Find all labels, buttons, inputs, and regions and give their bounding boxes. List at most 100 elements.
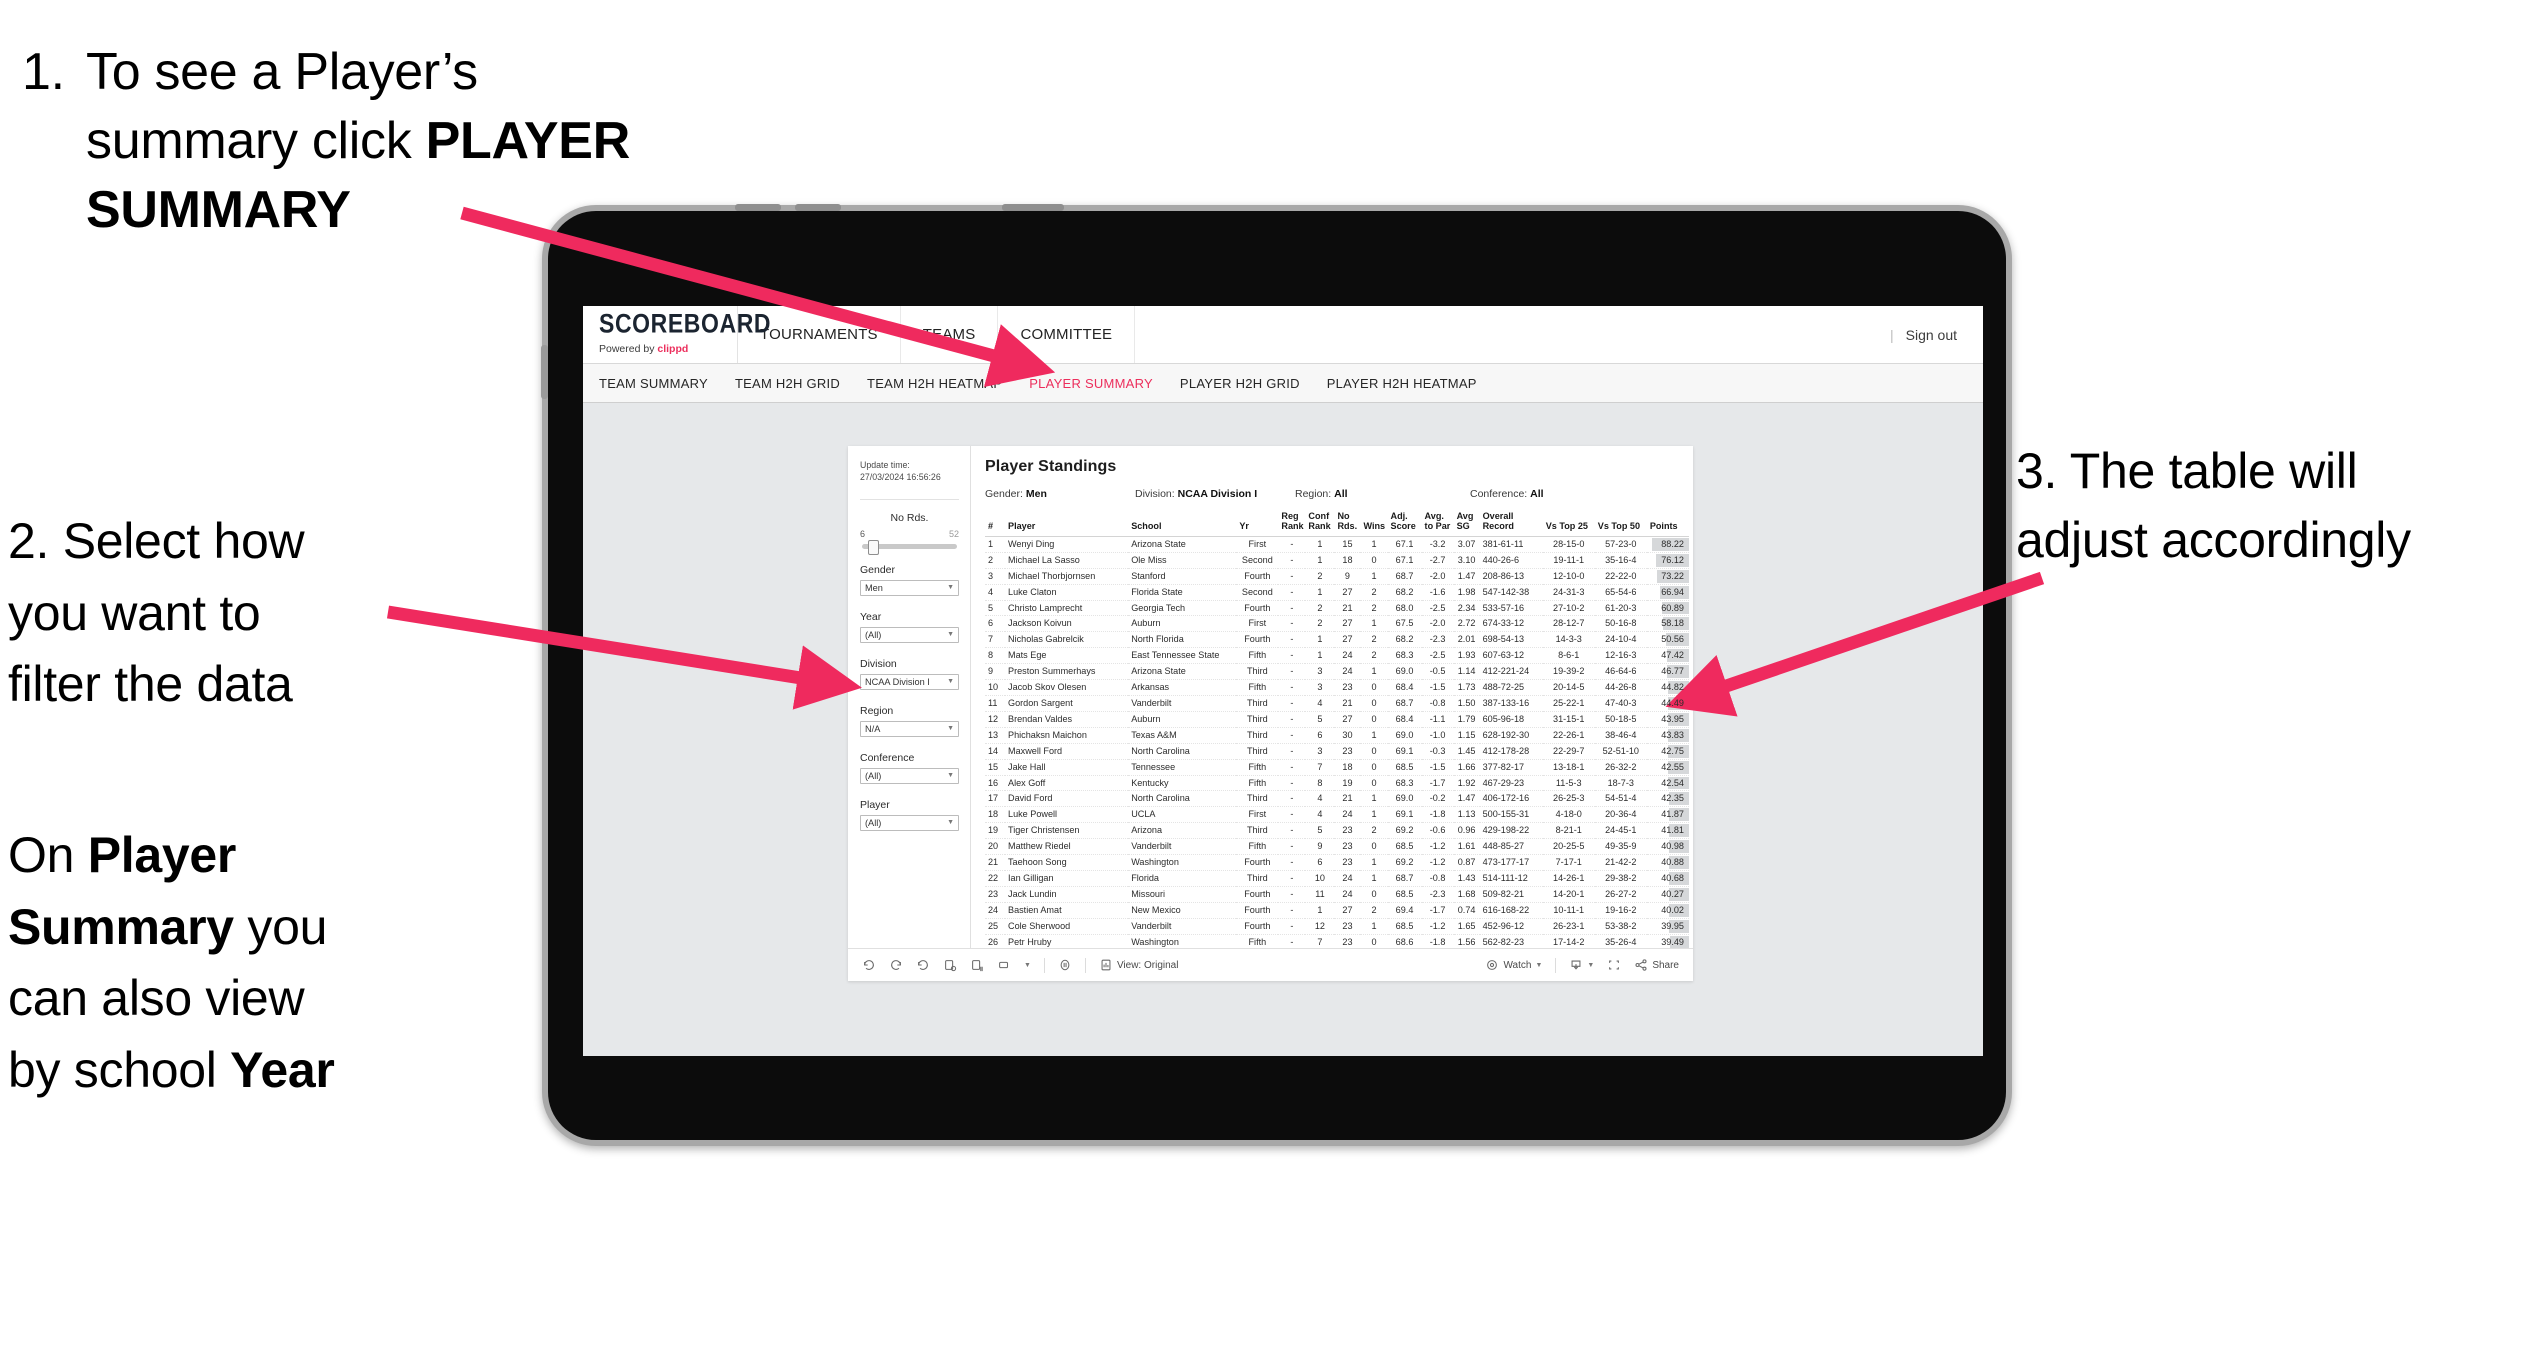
col-header-avg_sg[interactable]: Avg SG [1453, 511, 1480, 537]
col-header-vs_top_50[interactable]: Vs Top 50 [1594, 511, 1647, 537]
cell-conf_rank: 4 [1305, 695, 1335, 712]
table-row[interactable]: 4 Luke Claton Florida State Second -1 27 2 68.2… [985, 584, 1689, 601]
table-row[interactable]: 17 David Ford North Carolina Third -4 21 1 69.0… [985, 790, 1689, 808]
table-row[interactable]: 12 Brendan Valdes Auburn Third -5 27 0 68.4 -1.1… [985, 711, 1689, 728]
redo-icon[interactable] [889, 958, 903, 972]
cell-vs_top_25: 25-22-1 [1542, 695, 1595, 712]
table-row[interactable]: 21 Taehoon Song Washington Fourth -6 23 1 69.2-… [985, 854, 1689, 871]
refresh-data-icon[interactable] [943, 958, 957, 972]
cell-school: Florida State [1128, 584, 1237, 601]
cell-overall_record: 406-172-16 [1479, 790, 1543, 808]
table-row[interactable]: 18 Luke Powell UCLA First -4 24 1 69.1 -1.8 1.13 5… [985, 806, 1689, 824]
table-row[interactable]: 15 Jake Hall Tennessee Fifth -7 18 0 68.5 -1.5 1.… [985, 759, 1689, 776]
points-value: 43.95 [1661, 713, 1684, 724]
col-header-vs_top_25[interactable]: Vs Top 25 [1542, 511, 1595, 537]
cell-conf_rank: 6 [1305, 727, 1335, 744]
filter-gender-select[interactable]: Men ▼ [860, 579, 959, 596]
watch-button[interactable]: Watch ▼ [1485, 958, 1542, 972]
table-row[interactable]: 22 Ian Gilligan Florida Third -10 24 1 68.7 -0.8… [985, 870, 1689, 887]
filter-division-value: NCAA Division I [865, 676, 930, 687]
chevron-down-icon[interactable]: ▼ [1024, 962, 1031, 969]
col-header-reg_rank[interactable]: Reg Rank [1278, 511, 1306, 537]
tab-team-h2h-heatmap[interactable]: TEAM H2H HEATMAP [867, 376, 1002, 391]
cell-adj_score: 68.2 [1387, 631, 1422, 649]
share-button[interactable]: Share [1634, 958, 1679, 972]
brand-clippd-name: clippd [657, 343, 689, 356]
revert-icon[interactable] [916, 958, 930, 972]
col-header-conf_rank[interactable]: Conf Rank [1305, 511, 1335, 537]
no-rounds-slider-handle[interactable] [867, 539, 879, 555]
tab-team-h2h-grid[interactable]: TEAM H2H GRID [735, 376, 840, 391]
table-row[interactable]: 20 Matthew Riedel Vanderbilt Fifth -9 23 0 68.5… [985, 838, 1689, 856]
cell-adj_score: 68.4 [1387, 711, 1422, 728]
filter-division-select[interactable]: NCAA Division I ▼ [860, 673, 959, 690]
table-row[interactable]: 23 Jack Lundin Missouri Fourth -11 24 0 68.5 -2.… [985, 886, 1689, 903]
points-value: 46.77 [1661, 666, 1684, 677]
fullscreen-icon[interactable] [1607, 958, 1621, 972]
download-button[interactable]: ▼ [1569, 958, 1594, 972]
table-row[interactable]: 1 Wenyi Ding Arizona State First -1 15 1 67.1 -3… [985, 536, 1689, 553]
table-row[interactable]: 3 Michael Thorbjornsen Stanford Fourth -2 9 1 6… [985, 568, 1689, 585]
cell-vs_top_50: 24-10-4 [1594, 631, 1647, 649]
cell-player: Michael Thorbjornsen [1005, 568, 1129, 585]
table-row[interactable]: 9 Preston Summerhays Arizona State Third -3 2… [985, 663, 1689, 681]
tab-player-h2h-heatmap[interactable]: PLAYER H2H HEATMAP [1327, 376, 1477, 391]
view-original-button[interactable]: View: Original [1099, 958, 1178, 972]
table-row[interactable]: 26 Petr Hruby Washington Fifth -7 23 0 68.6 -1.8… [985, 934, 1689, 948]
table-row[interactable]: 11 Gordon Sargent Vanderbilt Third -4 21 0 68.7… [985, 695, 1689, 712]
col-header-wins[interactable]: Wins [1360, 511, 1388, 537]
table-row[interactable]: 10 Jacob Skov Olesen Arkansas Fifth -3 23 0 68.… [985, 679, 1689, 696]
cell-points: 58.18 [1646, 615, 1689, 633]
table-row[interactable]: 25 Cole Sherwood Vanderbilt Fourth -12 23 1 68.… [985, 918, 1689, 935]
standings-table-scroll[interactable]: # Player School Yr Reg Rank Conf Rank No Rds. W… [985, 511, 1693, 948]
tab-team-summary[interactable]: TEAM SUMMARY [599, 376, 708, 391]
table-row[interactable]: 6 Jackson Koivun Auburn First -2 27 1 67.5 -2.0 2… [985, 615, 1689, 633]
cell-avg_to_par: -1.8 [1421, 934, 1454, 948]
table-row[interactable]: 8 Mats Ege East Tennessee State Fifth -1 24 2 6… [985, 647, 1689, 665]
sign-out-link[interactable]: Sign out [1906, 327, 1957, 343]
annotation-step-1-number: 1. [22, 43, 65, 101]
table-row[interactable]: 24 Bastien Amat New Mexico Fourth -1 27 2 69.4-… [985, 902, 1689, 919]
tab-player-summary[interactable]: PLAYER SUMMARY [1029, 376, 1153, 391]
table-row[interactable]: 16 Alex Goff Kentucky Fifth -8 19 0 68.3 -1.7 1.9… [985, 775, 1689, 792]
topnav-teams[interactable]: TEAMS [901, 306, 999, 363]
col-header-rank[interactable]: # [985, 511, 1006, 537]
brand-powered-prefix: Powered by [599, 343, 658, 356]
table-row[interactable]: 5 Christo Lamprecht Georgia Tech Fourth -2 21… [985, 600, 1689, 617]
filter-player-select[interactable]: (All) ▼ [860, 814, 959, 831]
col-header-no_rds[interactable]: No Rds. [1334, 511, 1361, 537]
cell-adj_score: 68.2 [1387, 584, 1422, 601]
col-header-overall_record[interactable]: Overall Record [1479, 511, 1543, 537]
cell-avg_sg: 1.65 [1453, 918, 1480, 935]
brand-logo[interactable]: SCOREBOARD Powered by clippd [583, 306, 771, 363]
table-row[interactable]: 14 Maxwell Ford North Carolina Third -3 23 0 69… [985, 743, 1689, 760]
toolbar-divider [1555, 957, 1557, 973]
col-header-school[interactable]: School [1128, 511, 1237, 537]
table-row[interactable]: 13 Phichaksn Maichon Texas A&M Third -6 30 1 69… [985, 727, 1689, 744]
filter-region-select[interactable]: N/A ▼ [860, 720, 959, 737]
tab-player-h2h-grid[interactable]: PLAYER H2H GRID [1180, 376, 1300, 391]
filter-region: Region N/A ▼ [860, 705, 959, 737]
col-header-avg_to_par[interactable]: Avg. to Par [1421, 511, 1454, 537]
filter-year-select[interactable]: (All) ▼ [860, 626, 959, 643]
col-header-adj_score[interactable]: Adj. Score [1387, 511, 1422, 537]
filter-conference-select[interactable]: (All) ▼ [860, 767, 959, 784]
pause-auto-update-icon[interactable] [970, 958, 984, 972]
table-row[interactable]: 2 Michael La Sasso Ole Miss Second -1 18 0 67.1… [985, 552, 1689, 569]
table-row[interactable]: 7 Nicholas Gabrelcik North Florida Fourth -1… [985, 631, 1689, 649]
pause-icon[interactable] [1058, 958, 1072, 972]
undo-icon[interactable] [862, 958, 876, 972]
filter-player-label: Player [860, 798, 890, 811]
col-header-yr[interactable]: Yr [1236, 511, 1279, 537]
points-value: 88.22 [1661, 538, 1684, 549]
topnav-committee[interactable]: COMMITTEE [998, 306, 1136, 363]
cell-overall_record: 607-63-12 [1479, 647, 1543, 665]
table-row[interactable]: 19 Tiger Christensen Arizona Third -5 23 2 69.2… [985, 822, 1689, 840]
no-rounds-slider-track[interactable] [862, 539, 957, 555]
col-header-player[interactable]: Player [1005, 511, 1129, 537]
cell-rank: 4 [985, 584, 1006, 601]
cell-vs_top_25: 24-31-3 [1542, 584, 1595, 601]
col-header-points[interactable]: Points [1646, 511, 1689, 537]
undo-all-icon[interactable] [997, 958, 1011, 972]
account-divider: | [1889, 326, 1894, 343]
